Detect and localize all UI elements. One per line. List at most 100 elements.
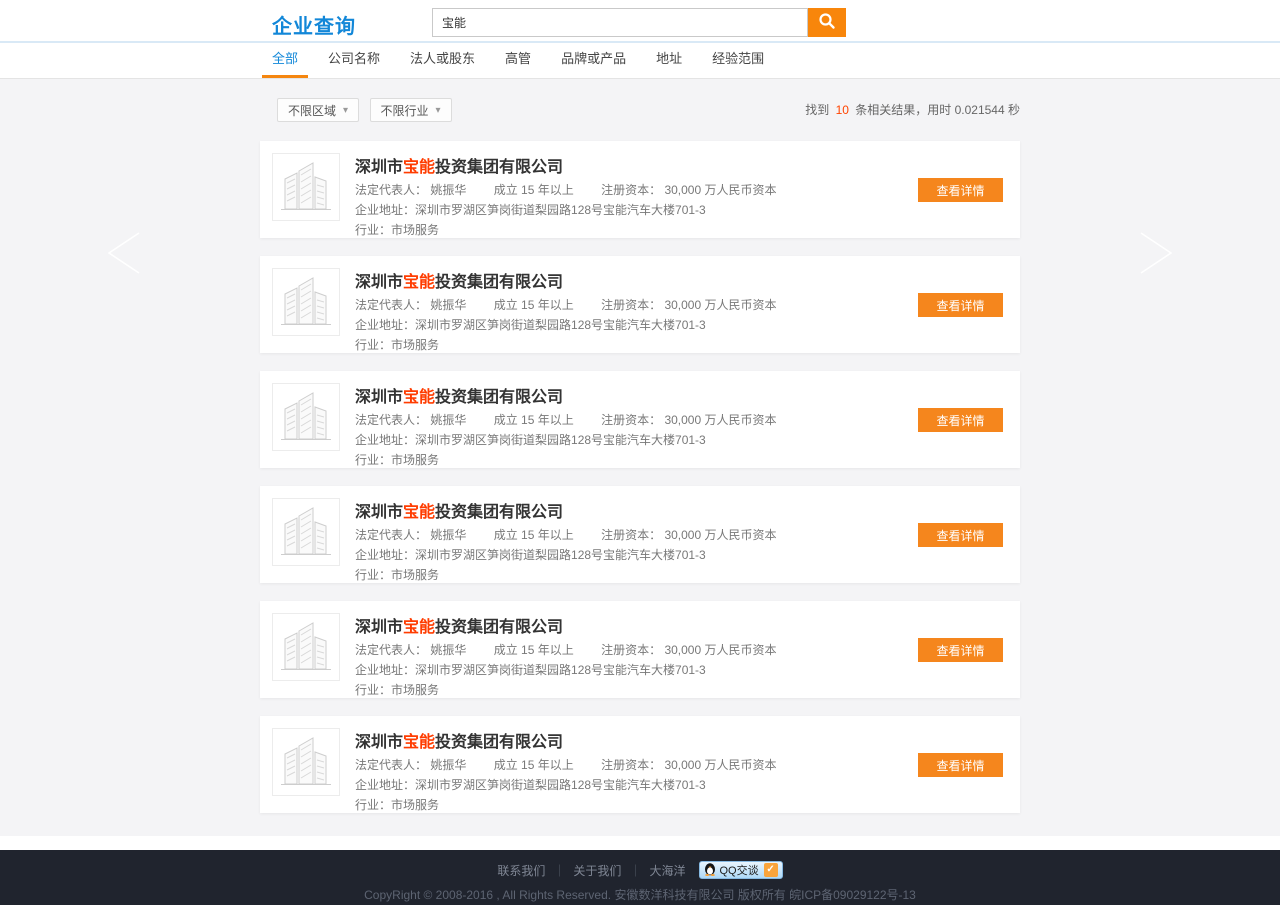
- address-label: 企业地址：: [355, 433, 415, 447]
- legal-rep-value: 姚振华: [430, 413, 466, 427]
- footer-separator: ｜: [629, 862, 641, 879]
- company-title-link[interactable]: 深圳市宝能投资集团有限公司: [355, 728, 1020, 752]
- company-thumbnail: [272, 153, 340, 221]
- company-title-link[interactable]: 深圳市宝能投资集团有限公司: [355, 153, 1020, 177]
- building-icon: [279, 502, 333, 563]
- legal-rep-value: 姚振华: [430, 643, 466, 657]
- address-label: 企业地址：: [355, 203, 415, 217]
- company-thumbnail: [272, 383, 340, 451]
- tab-address[interactable]: 地址: [646, 43, 692, 78]
- region-filter-dropdown[interactable]: 不限区域 ▾: [277, 98, 359, 122]
- tab-executives[interactable]: 高管: [495, 43, 541, 78]
- address-value: 深圳市罗湖区笋岗街道梨园路128号宝能汽车大楼701-3: [415, 663, 706, 677]
- pre-footer-spacer: [0, 836, 1280, 850]
- industry-value: 市场服务: [391, 568, 439, 582]
- address-value: 深圳市罗湖区笋岗街道梨园路128号宝能汽车大楼701-3: [415, 433, 706, 447]
- meta-line-2: 企业地址：深圳市罗湖区笋岗街道梨园路128号宝能汽车大楼701-3: [355, 203, 1020, 217]
- footer-link-contact[interactable]: 联系我们: [497, 862, 545, 879]
- title-suffix: 投资集团有限公司: [435, 274, 563, 291]
- title-prefix: 深圳市: [355, 274, 403, 291]
- capital-value: 30,000 万人民币资本: [664, 183, 776, 197]
- title-suffix: 投资集团有限公司: [435, 159, 563, 176]
- title-suffix: 投资集团有限公司: [435, 619, 563, 636]
- result-card: 深圳市宝能投资集团有限公司 法定代表人： 姚振华 成立 15 年以上 注册资本：…: [260, 601, 1020, 698]
- company-title-link[interactable]: 深圳市宝能投资集团有限公司: [355, 613, 1020, 637]
- founded-value: 成立 15 年以上: [494, 528, 574, 542]
- industry-label: 行业：: [355, 568, 391, 582]
- qq-chat-button[interactable]: QQ交谈 ✓: [699, 861, 782, 879]
- view-details-button[interactable]: 查看详情: [918, 178, 1003, 202]
- company-title-link[interactable]: 深圳市宝能投资集团有限公司: [355, 498, 1020, 522]
- title-prefix: 深圳市: [355, 159, 403, 176]
- title-suffix: 投资集团有限公司: [435, 734, 563, 751]
- title-prefix: 深圳市: [355, 504, 403, 521]
- address-label: 企业地址：: [355, 548, 415, 562]
- capital-value: 30,000 万人民币资本: [664, 298, 776, 312]
- company-title-link[interactable]: 深圳市宝能投资集团有限公司: [355, 268, 1020, 292]
- industry-value: 市场服务: [391, 683, 439, 697]
- view-details-button[interactable]: 查看详情: [918, 753, 1003, 777]
- capital-label: 注册资本：: [601, 298, 661, 312]
- tab-business-scope[interactable]: 经验范围: [702, 43, 774, 78]
- meta-line-3: 行业：市场服务: [355, 798, 1020, 812]
- title-suffix: 投资集团有限公司: [435, 389, 563, 406]
- founded-value: 成立 15 年以上: [494, 183, 574, 197]
- view-details-button[interactable]: 查看详情: [918, 523, 1003, 547]
- address-value: 深圳市罗湖区笋岗街道梨园路128号宝能汽车大楼701-3: [415, 548, 706, 562]
- meta-line-3: 行业：市场服务: [355, 568, 1020, 582]
- building-icon: [279, 387, 333, 448]
- company-thumbnail: [272, 728, 340, 796]
- company-title-link[interactable]: 深圳市宝能投资集团有限公司: [355, 383, 1020, 407]
- tab-all[interactable]: 全部: [262, 43, 308, 78]
- title-highlight: 宝能: [403, 734, 435, 751]
- title-prefix: 深圳市: [355, 389, 403, 406]
- results-list: 深圳市宝能投资集团有限公司 法定代表人： 姚振华 成立 15 年以上 注册资本：…: [260, 141, 1020, 813]
- footer-link-dahaiyang[interactable]: 大海洋: [649, 862, 685, 879]
- tab-legal-or-shareholder[interactable]: 法人或股东: [400, 43, 485, 78]
- capital-label: 注册资本：: [601, 183, 661, 197]
- industry-value: 市场服务: [391, 453, 439, 467]
- tab-company-name[interactable]: 公司名称: [318, 43, 390, 78]
- chevron-down-icon: ▾: [436, 105, 441, 116]
- app-logo[interactable]: 企业查询: [272, 10, 356, 39]
- legal-rep-label: 法定代表人：: [355, 528, 427, 542]
- meta-line-3: 行业：市场服务: [355, 453, 1020, 467]
- results-count: 10: [836, 103, 849, 117]
- check-icon: ✓: [764, 863, 778, 877]
- meta-line-2: 企业地址：深圳市罗湖区笋岗街道梨园路128号宝能汽车大楼701-3: [355, 318, 1020, 332]
- industry-value: 市场服务: [391, 223, 439, 237]
- result-card: 深圳市宝能投资集团有限公司 法定代表人： 姚振华 成立 15 年以上 注册资本：…: [260, 371, 1020, 468]
- tab-brand-or-product[interactable]: 品牌或产品: [551, 43, 636, 78]
- capital-label: 注册资本：: [601, 758, 661, 772]
- view-details-button[interactable]: 查看详情: [918, 293, 1003, 317]
- legal-rep-label: 法定代表人：: [355, 643, 427, 657]
- search-icon: [818, 12, 836, 33]
- title-suffix: 投资集团有限公司: [435, 504, 563, 521]
- chevron-left-icon[interactable]: [103, 231, 143, 280]
- chevron-right-icon[interactable]: [1137, 231, 1177, 280]
- view-details-button[interactable]: 查看详情: [918, 638, 1003, 662]
- building-icon: [279, 157, 333, 218]
- search-button[interactable]: [808, 8, 846, 37]
- building-icon: [279, 732, 333, 793]
- industry-filter-label: 不限行业: [381, 102, 429, 119]
- building-icon: [279, 617, 333, 678]
- footer-links-row: 联系我们 ｜ 关于我们 ｜ 大海洋 QQ交谈 ✓: [0, 850, 1280, 879]
- industry-label: 行业：: [355, 798, 391, 812]
- legal-rep-label: 法定代表人：: [355, 298, 427, 312]
- address-value: 深圳市罗湖区笋岗街道梨园路128号宝能汽车大楼701-3: [415, 318, 706, 332]
- summary-prefix: 找到: [805, 103, 829, 117]
- search-input[interactable]: [432, 8, 808, 37]
- search-type-tabbar: 全部 公司名称 法人或股东 高管 品牌或产品 地址 经验范围: [0, 43, 1280, 79]
- founded-value: 成立 15 年以上: [494, 643, 574, 657]
- summary-suffix: 条相关结果，用时 0.021544 秒: [855, 103, 1020, 117]
- view-details-button[interactable]: 查看详情: [918, 408, 1003, 432]
- capital-label: 注册资本：: [601, 528, 661, 542]
- footer-link-about[interactable]: 关于我们: [573, 862, 621, 879]
- meta-line-3: 行业：市场服务: [355, 338, 1020, 352]
- title-prefix: 深圳市: [355, 619, 403, 636]
- title-highlight: 宝能: [403, 159, 435, 176]
- founded-value: 成立 15 年以上: [494, 413, 574, 427]
- industry-filter-dropdown[interactable]: 不限行业 ▾: [370, 98, 452, 122]
- legal-rep-value: 姚振华: [430, 298, 466, 312]
